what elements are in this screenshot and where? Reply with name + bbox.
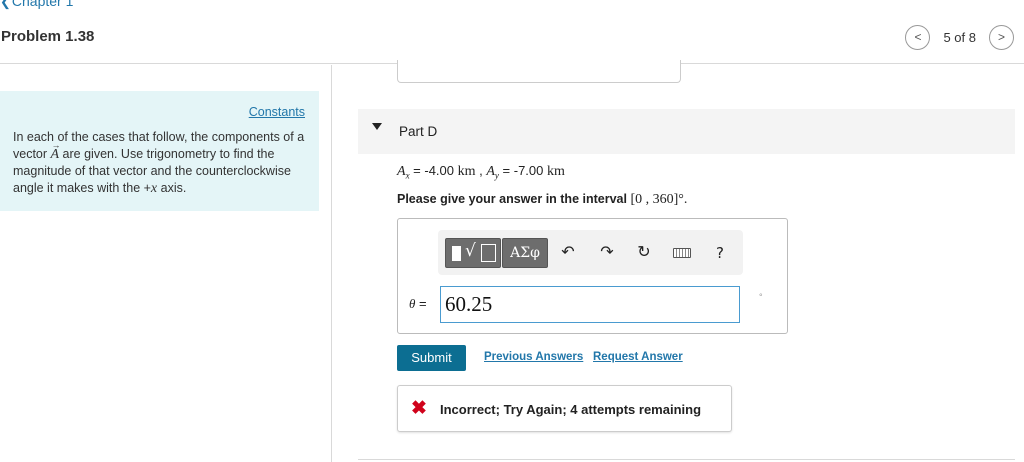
interval-instruction: Please give your answer in the interval … <box>397 192 687 208</box>
part-label: Part D <box>399 124 438 139</box>
greek-symbols-button[interactable]: ΑΣφ <box>502 238 548 268</box>
chapter-label: Chapter 1 <box>11 0 74 9</box>
caret-down-icon[interactable] <box>372 123 382 130</box>
reset-icon[interactable]: ↻ <box>632 238 656 268</box>
description-part-3: axis. <box>157 181 187 195</box>
vector-symbol: A <box>51 137 61 163</box>
help-icon[interactable]: ? <box>708 238 732 268</box>
chevron-right-icon: > <box>997 30 1005 44</box>
top-bar: ❮Chapter 1 Problem 1.38 < 5 of 8 > <box>0 0 1024 64</box>
redo-icon[interactable]: ↷ <box>595 238 619 268</box>
ay-unit: km <box>546 164 565 179</box>
keyboard-icon[interactable] <box>670 238 694 268</box>
submit-button[interactable]: Submit <box>397 345 466 371</box>
radical-icon: √ <box>465 241 476 261</box>
givens-separator: , <box>475 163 487 178</box>
page-count: 5 of 8 <box>943 29 976 45</box>
chapter-link[interactable]: ❮Chapter 1 <box>0 0 73 10</box>
chevron-left-icon: ❮ <box>0 0 11 9</box>
templates-button[interactable]: √ <box>445 238 501 268</box>
theta-equals: = <box>415 296 427 311</box>
keyboard-shape <box>673 248 691 258</box>
ax-unit: km <box>457 164 476 179</box>
left-panel: Constants In each of the cases that foll… <box>0 65 332 462</box>
constants-box: Constants In each of the cases that foll… <box>0 91 319 211</box>
theta-label: θ = <box>409 296 427 312</box>
pager: < 5 of 8 > <box>905 24 1014 50</box>
unit-hint: ° <box>759 292 763 302</box>
request-answer-link[interactable]: Request Answer <box>593 351 683 363</box>
ax-symbol: A <box>397 164 406 179</box>
problem-description: In each of the cases that follow, the co… <box>13 129 309 197</box>
ay-value: = -7.00 <box>498 163 547 178</box>
given-components: Ax = -4.00 km , Ay = -7.00 km <box>397 163 565 181</box>
previous-answers-link[interactable]: Previous Answers <box>484 351 583 363</box>
math-toolbar: √ ΑΣφ ↶ ↷ ↻ ? <box>438 230 743 275</box>
answer-input[interactable]: 60.25 <box>440 286 740 323</box>
error-x-icon: ✖ <box>411 398 427 419</box>
template-box-icon <box>481 244 496 262</box>
ax-value: = -4.00 <box>409 163 458 178</box>
interval-text: Please give your answer in the interval <box>397 192 631 206</box>
next-problem-button[interactable]: > <box>989 24 1014 50</box>
answer-box: √ ΑΣφ ↶ ↷ ↻ ? θ = 60.25 ° <box>397 218 788 334</box>
interval-unit: °. <box>678 192 688 207</box>
undo-icon[interactable]: ↶ <box>556 238 580 268</box>
cursor-block-icon <box>452 246 461 261</box>
divider <box>358 459 1015 460</box>
feedback-box: ✖ Incorrect; Try Again; 4 attempts remai… <box>397 385 732 432</box>
feedback-text: Incorrect; Try Again; 4 attempts remaini… <box>440 402 702 417</box>
part-header[interactable]: Part D <box>358 109 1015 154</box>
problem-title: Problem 1.38 <box>1 28 95 45</box>
previous-problem-button[interactable]: < <box>905 24 931 50</box>
chevron-left-icon: < <box>914 30 922 44</box>
interval-range: [0 , 360] <box>630 192 679 207</box>
ay-symbol: A <box>486 164 495 179</box>
previous-part-card <box>397 60 681 83</box>
constants-link[interactable]: Constants <box>249 105 305 119</box>
